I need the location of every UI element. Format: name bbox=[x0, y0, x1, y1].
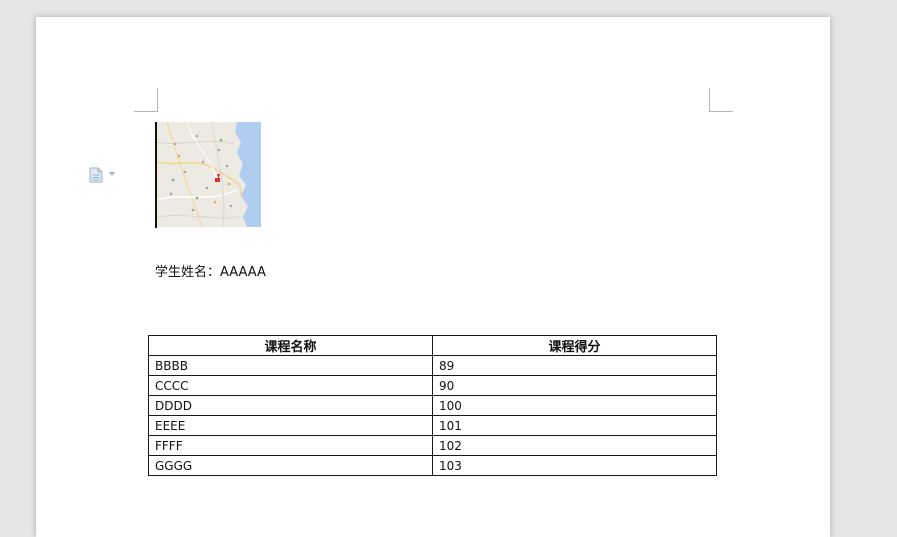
header-course-name: 课程名称 bbox=[148, 335, 433, 356]
student-name-line: 学生姓名：AAAAA bbox=[155, 261, 266, 280]
table-row: CCCC 90 bbox=[148, 375, 717, 396]
table-header-row: 课程名称 课程得分 bbox=[148, 335, 717, 356]
table-row: BBBB 89 bbox=[148, 355, 717, 376]
caret-down-icon bbox=[109, 172, 115, 176]
course-name-cell[interactable]: GGGG bbox=[148, 455, 433, 476]
score-table: 课程名称 课程得分 BBBB 89 CCCC 90 DDDD 100 EEEE … bbox=[148, 335, 717, 476]
table-row: FFFF 102 bbox=[148, 435, 717, 456]
course-score-cell[interactable]: 101 bbox=[432, 415, 717, 436]
course-name-cell[interactable]: CCCC bbox=[148, 375, 433, 396]
student-name-value: AAAAA bbox=[220, 265, 266, 280]
course-score-cell[interactable]: 100 bbox=[432, 395, 717, 416]
table-row: GGGG 103 bbox=[148, 455, 717, 476]
table-row: EEEE 101 bbox=[148, 415, 717, 436]
crop-mark-top-right bbox=[709, 88, 733, 112]
student-name-label: 学生姓名： bbox=[155, 265, 221, 280]
document-icon bbox=[89, 167, 103, 183]
course-score-cell[interactable]: 103 bbox=[432, 455, 717, 476]
course-score-cell[interactable]: 89 bbox=[432, 355, 717, 376]
map-image[interactable] bbox=[157, 122, 261, 227]
course-name-cell[interactable]: BBBB bbox=[148, 355, 433, 376]
course-name-cell[interactable]: FFFF bbox=[148, 435, 433, 456]
document-page[interactable]: 学生姓名：AAAAA 课程名称 课程得分 BBBB 89 CCCC 90 DDD… bbox=[36, 17, 830, 537]
map-graphic bbox=[157, 122, 261, 227]
course-score-cell[interactable]: 102 bbox=[432, 435, 717, 456]
table-row: DDDD 100 bbox=[148, 395, 717, 416]
course-name-cell[interactable]: EEEE bbox=[148, 415, 433, 436]
header-course-score: 课程得分 bbox=[432, 335, 717, 356]
course-score-cell[interactable]: 90 bbox=[432, 375, 717, 396]
course-name-cell[interactable]: DDDD bbox=[148, 395, 433, 416]
crop-mark-top-left bbox=[134, 88, 158, 112]
paragraph-layout-button[interactable] bbox=[89, 167, 119, 183]
